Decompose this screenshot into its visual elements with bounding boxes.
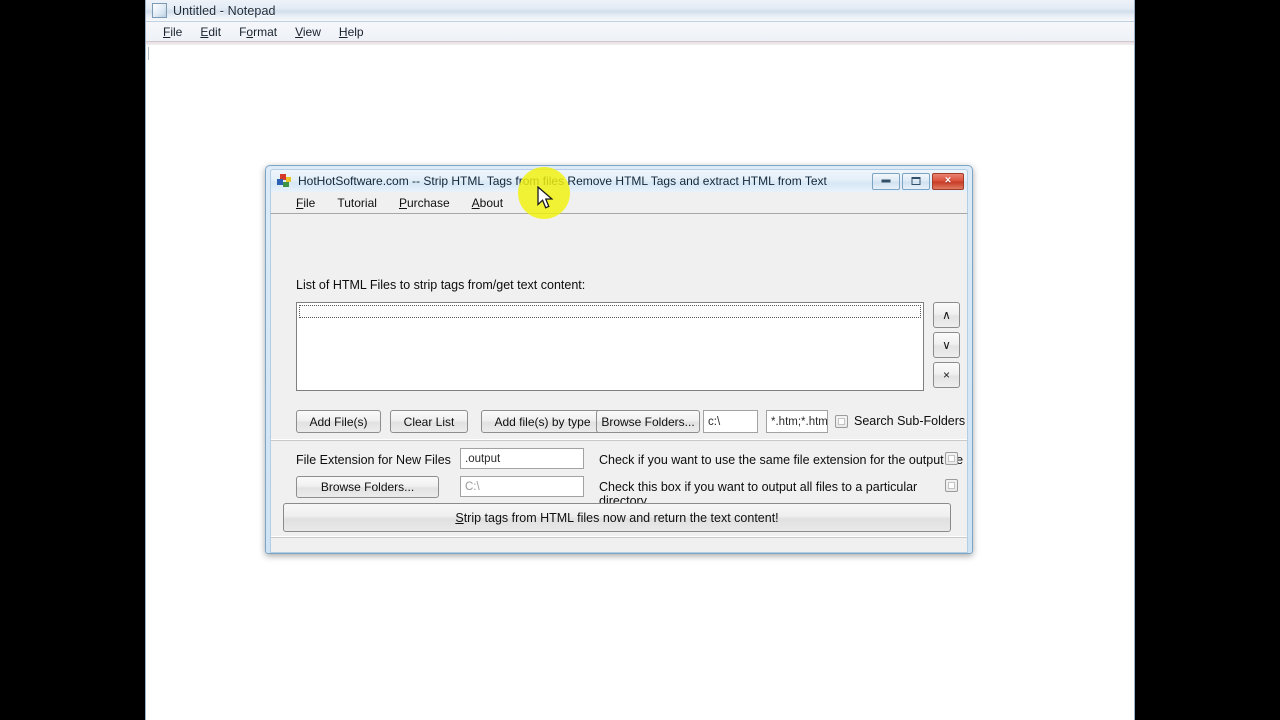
window-controls: × [872,172,964,190]
menu-item-tutorial[interactable]: Tutorial [326,196,388,210]
search-path-input[interactable]: c:\ [703,410,758,433]
file-extension-label: File Extension for New Files [296,453,451,467]
file-mask-input[interactable]: *.htm;*.htm [766,410,828,433]
search-subfolders-checkbox[interactable] [835,415,848,428]
close-button[interactable]: × [932,172,964,190]
screen: Untitled - Notepad File Edit Format View… [0,0,1280,720]
hothotsoftware-app-icon [277,174,292,188]
dialog-title: HotHotSoftware.com -- Strip HTML Tags fr… [298,174,827,188]
maximize-button[interactable] [902,172,930,190]
close-icon: × [944,174,952,187]
notepad-menu-edit[interactable]: Edit [191,25,230,39]
new-extension-input[interactable]: .output [460,448,584,469]
dialog-menubar[interactable]: File Tutorial Purchase About [270,192,968,213]
browse-folders-output-button[interactable]: Browse Folders... [296,476,439,498]
move-up-button[interactable]: ∧ [933,302,960,328]
divider-2 [271,537,967,538]
same-extension-note: Check if you want to use the same file e… [599,453,964,467]
remove-button[interactable]: × [933,362,960,388]
notepad-document-icon [152,3,167,18]
notepad-menu-format[interactable]: Format [230,25,286,39]
dialog-body: List of HTML Files to strip tags from/ge… [270,213,968,553]
strip-html-tags-window: HotHotSoftware.com -- Strip HTML Tags fr… [265,165,973,554]
browse-folders-top-button[interactable]: Browse Folders... [596,410,700,433]
notepad-menu-file[interactable]: File [154,25,191,39]
html-files-listbox[interactable] [296,302,924,391]
clear-list-button[interactable]: Clear List [390,410,468,433]
list-label: List of HTML Files to strip tags from/ge… [296,278,586,292]
same-extension-checkbox[interactable] [945,452,958,465]
notepad-titlebar[interactable]: Untitled - Notepad [146,0,1134,22]
menu-item-file[interactable]: File [285,196,326,210]
move-down-button[interactable]: ∨ [933,332,960,358]
add-files-button[interactable]: Add File(s) [296,410,381,433]
minimize-button[interactable] [872,172,900,190]
output-dir-checkbox[interactable] [945,479,958,492]
notepad-title: Untitled - Notepad [173,3,276,18]
strip-tags-action-button[interactable]: Strip tags from HTML files now and retur… [283,503,951,532]
notepad-menu-view[interactable]: View [286,25,330,39]
menu-item-about[interactable]: About [461,196,514,210]
strip-tags-action-label: Strip tags from HTML files now and retur… [455,510,779,525]
search-subfolders-label: Search Sub-Folders [854,414,966,428]
dialog-titlebar[interactable]: HotHotSoftware.com -- Strip HTML Tags fr… [270,169,968,192]
notepad-menu-help[interactable]: Help [330,25,373,39]
output-dir-input[interactable]: C:\ [460,476,584,497]
notepad-menubar[interactable]: File Edit Format View Help [146,22,1134,42]
menu-item-purchase[interactable]: Purchase [388,196,461,210]
divider-1 [271,440,967,441]
listbox-focus-row[interactable] [299,305,921,318]
text-caret [148,47,149,60]
add-files-by-type-button[interactable]: Add file(s) by type [481,410,604,433]
